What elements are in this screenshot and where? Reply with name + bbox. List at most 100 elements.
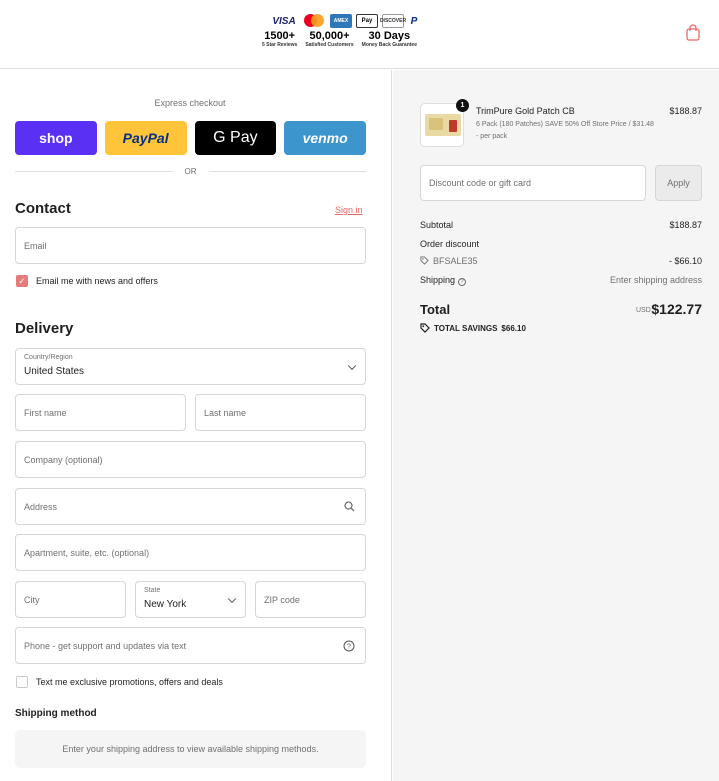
header: VISA AMEX Pay DISCOVER P 1500+ 5 Star Re… [0,0,719,69]
address-field[interactable]: Address [15,488,366,525]
last-name-placeholder: Last name [204,407,247,418]
trust-stats: 1500+ 5 Star Reviews 50,000+ Satisfied C… [262,30,462,49]
mastercard-icon [302,14,326,28]
discover-icon: DISCOVER [380,14,406,28]
city-placeholder: City [24,594,40,605]
country-value: United States [24,366,85,377]
amex-icon: AMEX [330,14,352,28]
newsletter-row: ✓ Email me with news and offers [16,275,158,287]
sign-in-link[interactable]: Sign in [335,205,363,215]
order-discount-row: Order discount [420,239,702,249]
delivery-heading: Delivery [15,320,74,337]
email-placeholder: Email [24,240,47,251]
help-icon[interactable]: ? [458,278,467,286]
product-image-detail [429,118,443,130]
shipping-method-message: Enter your shipping address to view avai… [15,730,366,768]
venmo-button[interactable]: venmo [284,121,366,155]
phone-field[interactable]: Phone - get support and updates via text… [15,627,366,664]
newsletter-label: Email me with news and offers [36,276,158,286]
savings-label: TOTAL SAVINGS [434,323,498,333]
express-checkout-label: Express checkout [154,98,226,108]
subtotal-row: Subtotal $188.87 [420,220,702,230]
order-summary: 1 TrimPure Gold Patch CB 6 Pack (180 Pat… [393,70,719,781]
apple-pay-icon: Pay [356,14,378,28]
divider-line [208,171,366,172]
payment-icons: VISA AMEX Pay DISCOVER P [270,14,420,28]
chevron-down-icon [227,594,237,603]
apply-button[interactable]: Apply [655,165,702,201]
discount-placeholder: Discount code or gift card [429,178,532,188]
state-label: State [144,587,161,594]
stat-guarantee: 30 Days Money Back Guarantee [362,30,417,49]
sms-row: Text me exclusive promotions, offers and… [16,676,223,688]
product-image-detail [449,120,457,132]
apartment-field[interactable]: Apartment, suite, etc. (optional) [15,534,366,571]
checkout-form: Express checkout shop PayPal G Pay venmo… [0,70,392,781]
company-field[interactable]: Company (optional) [15,441,366,478]
paypal-button[interactable]: PayPal [104,121,187,155]
product-name: TrimPure Gold Patch CB [476,106,575,116]
stat-caption: 5 Star Reviews [262,42,298,48]
total-value: $122.77 [651,301,702,317]
first-name-placeholder: First name [24,407,67,418]
email-field[interactable]: Email [15,227,366,264]
country-select[interactable]: Country/Region United States [15,348,366,385]
stat-caption: Money Back Guarantee [361,42,417,48]
state-select[interactable]: State New York [135,581,246,618]
zip-field[interactable]: ZIP code [255,581,366,618]
or-divider: OR [15,167,366,176]
tag-icon [420,256,429,265]
savings-value: $66.10 [501,323,526,333]
last-name-field[interactable]: Last name [195,394,366,431]
discount-value: - $66.10 [668,256,702,266]
stat-value: 1500+ [264,30,296,42]
stat-reviews: 1500+ 5 Star Reviews [262,30,297,49]
shipping-label: Shipping [420,275,456,285]
first-name-field[interactable]: First name [15,394,186,431]
or-text: OR [184,167,197,176]
product-variant: 6 Pack (180 Patches) SAVE 50% Off Store … [476,121,654,140]
company-placeholder: Company (optional) [24,454,103,465]
country-label: Country/Region [24,354,73,361]
sms-checkbox[interactable] [16,676,28,688]
stat-caption: Satisfied Customers [305,42,354,48]
shipping-value: Enter shipping address [609,275,702,285]
google-pay-button[interactable]: G Pay [194,121,277,155]
total-savings: TOTAL SAVINGS $66.10 [420,323,526,333]
stat-customers: 50,000+ Satisfied Customers [305,30,353,49]
tag-icon [420,323,430,333]
subtotal-value: $188.87 [669,220,702,230]
express-wallets: shop PayPal G Pay venmo [15,121,366,155]
shop-pay-button[interactable]: shop [15,121,97,155]
divider-line [15,171,173,172]
stat-value: 30 Days [368,30,411,42]
shipping-method-heading: Shipping method [15,708,97,719]
shipping-row: Shipping? Enter shipping address [420,275,702,286]
visa-icon: VISA [272,15,296,27]
address-placeholder: Address [24,501,58,512]
shopping-bag-icon[interactable] [685,24,701,41]
discount-code-row: BFSALE35 - $66.10 [420,256,702,266]
sms-label: Text me exclusive promotions, offers and… [36,677,223,687]
quantity-badge: 1 [456,99,469,112]
chevron-down-icon [347,361,357,370]
stat-value: 50,000+ [309,30,350,42]
svg-text:?: ? [347,644,351,651]
discount-code-field[interactable]: Discount code or gift card [420,165,646,201]
trust-badges: VISA AMEX Pay DISCOVER P 1500+ 5 Star Re… [262,12,462,62]
subtotal-label: Subtotal [420,220,454,230]
currency-code: USD [636,307,651,314]
contact-heading: Contact [15,200,71,217]
product-price: $188.87 [669,106,702,116]
paypal-icon: P [410,15,418,27]
city-field[interactable]: City [15,581,126,618]
order-discount-label: Order discount [420,239,480,249]
total-label: Total [420,302,451,317]
zip-placeholder: ZIP code [264,594,300,605]
help-icon[interactable]: ? [343,640,355,652]
state-value: New York [144,599,187,610]
newsletter-checkbox[interactable]: ✓ [16,275,28,287]
discount-code: BFSALE35 [433,256,478,266]
search-icon [344,501,355,512]
apartment-placeholder: Apartment, suite, etc. (optional) [24,547,150,558]
